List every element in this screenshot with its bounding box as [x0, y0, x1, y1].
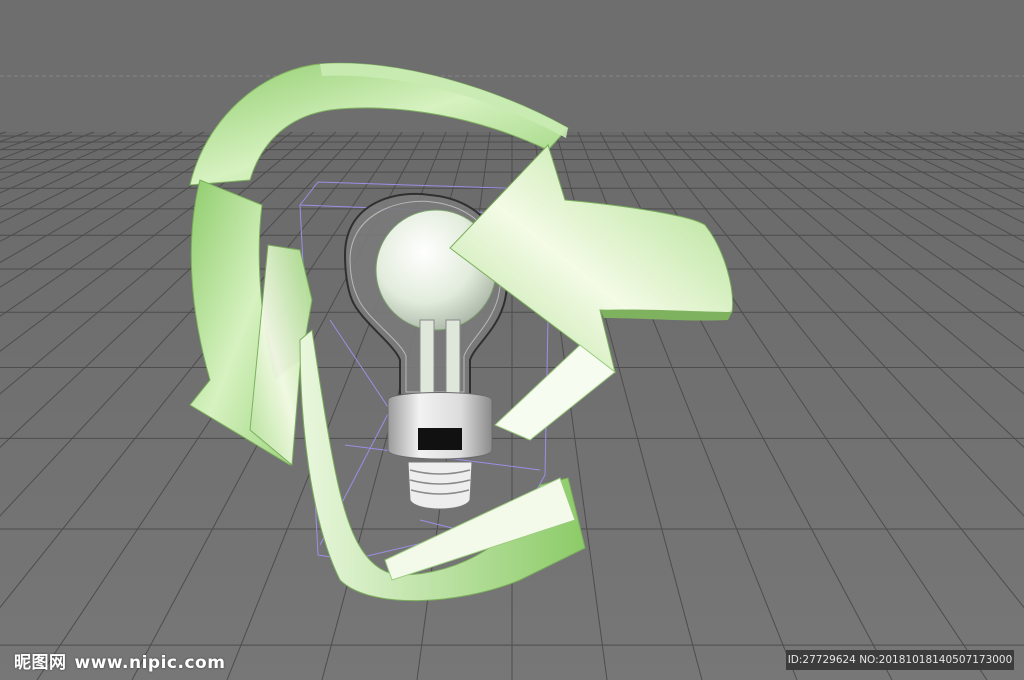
- watermark-site: 昵图网 www.nipic.com: [14, 648, 233, 673]
- viewport-scene: [0, 0, 1024, 680]
- bulb-collar-window: [418, 428, 462, 450]
- watermark-url: www.nipic.com: [74, 653, 226, 673]
- 3d-viewport[interactable]: 昵图网 www.nipic.com ID:27729624 NO:20181018…: [0, 0, 1024, 680]
- watermark-site-name: 昵图网: [14, 653, 67, 673]
- bulb-screw-base: [407, 461, 473, 510]
- watermark-id-badge: ID:27729624 NO:20181018140507173000: [786, 650, 1014, 670]
